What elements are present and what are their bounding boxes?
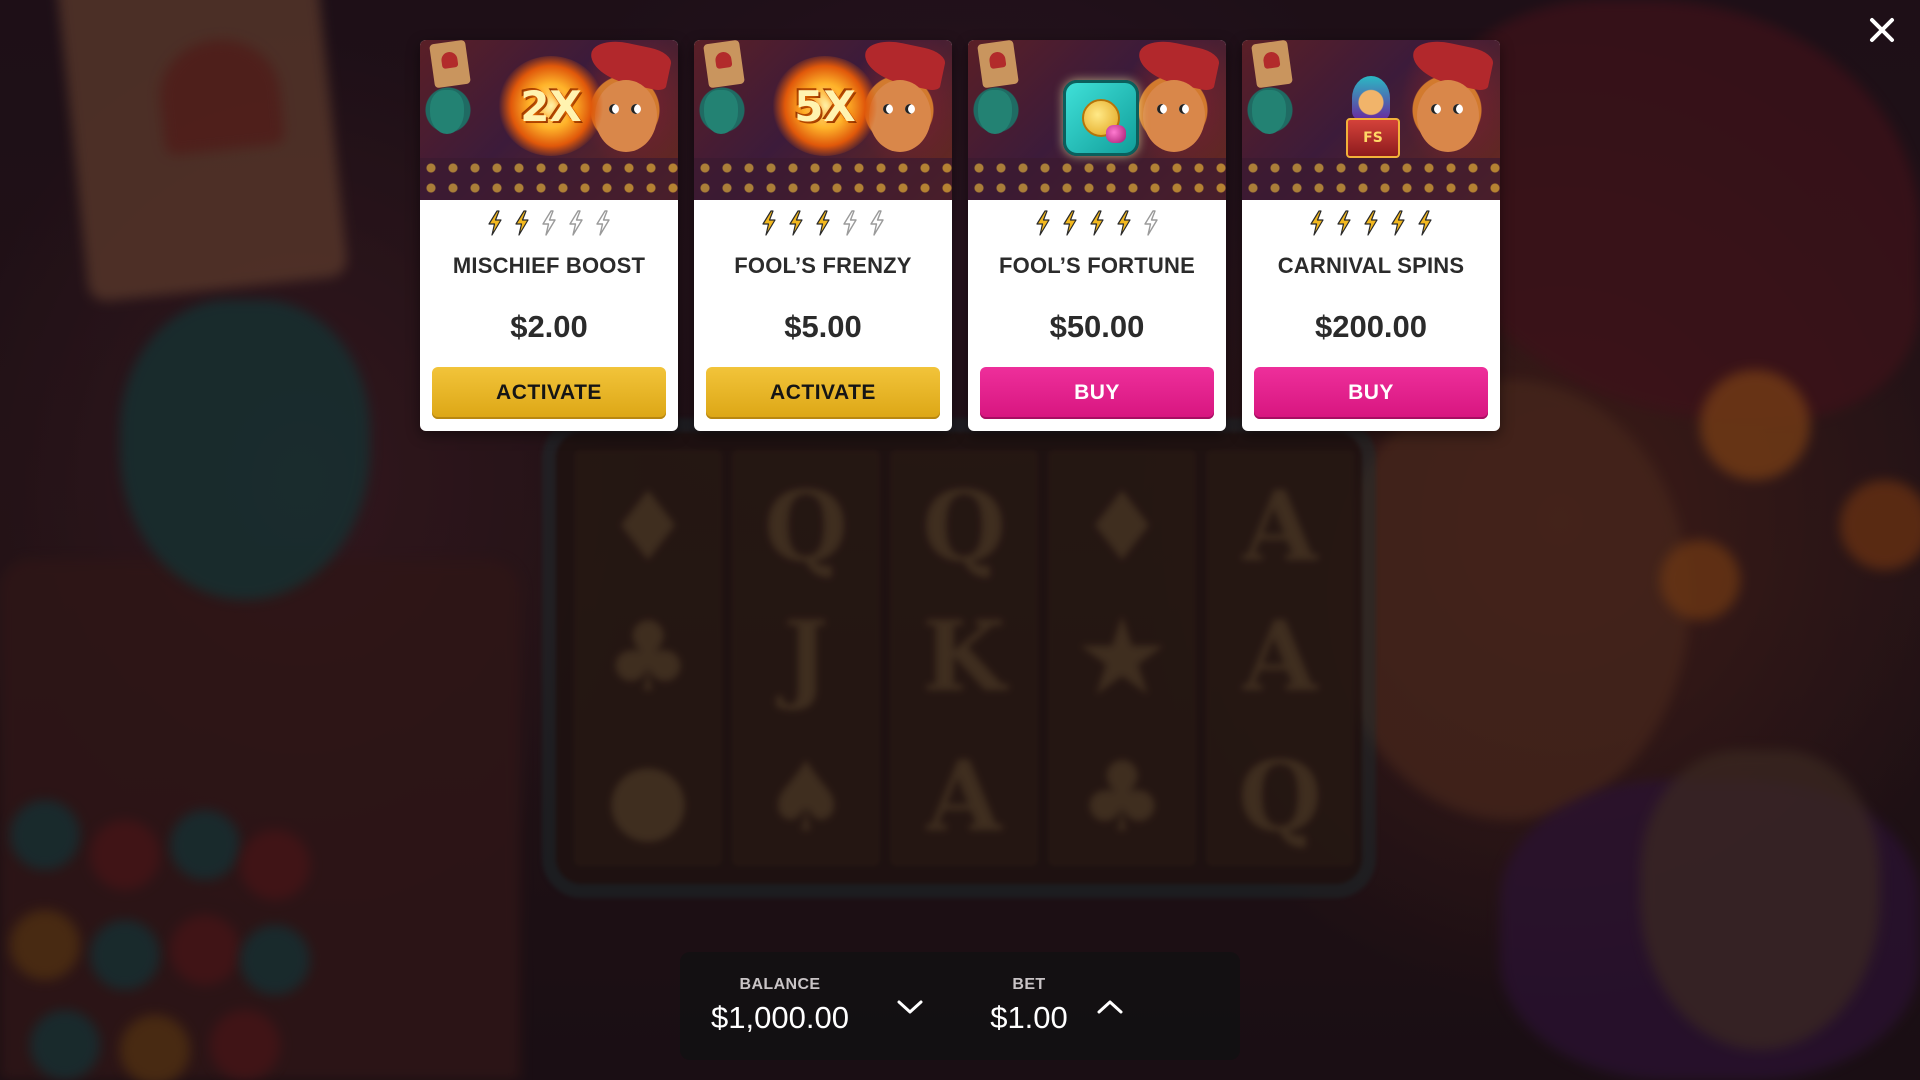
offer-card-fools-frenzy: 5X FOOL’S FRENZY $5.00 ACTIVATE [694, 40, 952, 431]
lightning-bolt-empty-icon [843, 210, 857, 236]
power-rating [694, 210, 952, 236]
lightning-bolt-filled-icon [1090, 210, 1104, 236]
art-playing-card [1251, 40, 1293, 89]
lightning-bolt-filled-icon [1391, 210, 1405, 236]
decrease-bet-button[interactable] [890, 990, 930, 1024]
balance-bet-bar: BALANCE $1,000.00 BET $1.00 [680, 952, 1240, 1060]
game-screen: ♦ ♣ ● Q J ♠ Q K A ♦ ★ ♣ A A Q 2X MISCHIE… [0, 0, 1920, 1080]
close-button[interactable] [1862, 10, 1902, 50]
activate-button[interactable]: ACTIVATE [432, 367, 666, 419]
lightning-bolt-filled-icon [816, 210, 830, 236]
offer-title: CARNIVAL SPINS [1277, 253, 1465, 278]
offer-artwork: 2X [420, 40, 678, 200]
multiplier-5x-burst-icon: 5X [772, 56, 878, 156]
balance-value: $1,000.00 [711, 1000, 849, 1035]
offer-title: MISCHIEF BOOST [452, 253, 646, 278]
lightning-bolt-filled-icon [1117, 210, 1131, 236]
lightning-bolt-filled-icon [1063, 210, 1077, 236]
art-playing-card [429, 40, 471, 89]
art-comedy-mask [704, 90, 738, 134]
lightning-bolt-filled-icon [762, 210, 776, 236]
chevron-up-icon [1097, 1000, 1123, 1014]
art-jester-face [595, 80, 657, 152]
increase-bet-button[interactable] [1090, 990, 1130, 1024]
offer-card-carnival-spins: FS CARNIVAL SPINS $200.00 BUY [1242, 40, 1500, 431]
art-jester-face [1417, 80, 1479, 152]
bet-label: BET [1012, 976, 1046, 993]
offer-price: $200.00 [1314, 309, 1428, 344]
power-rating [420, 210, 678, 236]
offer-artwork: 5X [694, 40, 952, 200]
lightning-bolt-filled-icon [1036, 210, 1050, 236]
lightning-bolt-filled-icon [488, 210, 502, 236]
balance-label: BALANCE [739, 976, 821, 993]
offer-price: $5.00 [784, 309, 862, 344]
feature-offers: 2X MISCHIEF BOOST $2.00 ACTIVATE 5X FOOL… [420, 40, 1500, 431]
activate-button[interactable]: ACTIVATE [706, 367, 940, 419]
offer-title: FOOL’S FRENZY [734, 253, 912, 278]
art-jester-face [1143, 80, 1205, 152]
power-rating [1242, 210, 1500, 236]
buy-button[interactable]: BUY [1254, 367, 1488, 419]
lightning-bolt-empty-icon [1144, 210, 1158, 236]
art-playing-card [977, 40, 1019, 89]
art-comedy-mask [430, 90, 464, 134]
offer-artwork: FS [1242, 40, 1500, 200]
lightning-bolt-empty-icon [542, 210, 556, 236]
free-spins-box: FS [1346, 118, 1400, 158]
jack-in-the-box-free-spins-icon: FS [1336, 76, 1404, 158]
lightning-bolt-empty-icon [596, 210, 610, 236]
power-rating [968, 210, 1226, 236]
bet-value: $1.00 [990, 1000, 1068, 1035]
close-icon [1870, 18, 1894, 42]
multiplier-2x-burst-icon: 2X [498, 56, 604, 156]
art-playing-card [703, 40, 745, 89]
coin-gem-icon [1063, 80, 1139, 156]
art-comedy-mask [978, 90, 1012, 134]
art-comedy-mask [1252, 90, 1286, 134]
gem-icon [1106, 125, 1126, 143]
offer-title: FOOL’S FORTUNE [999, 253, 1195, 278]
offer-price: $50.00 [1049, 309, 1145, 344]
art-jester-face [869, 80, 931, 152]
offer-artwork [968, 40, 1226, 200]
chevron-down-icon [897, 1000, 923, 1014]
lightning-bolt-empty-icon [569, 210, 583, 236]
art-lights [694, 158, 952, 200]
art-lights [1242, 158, 1500, 200]
lightning-bolt-filled-icon [1364, 210, 1378, 236]
lightning-bolt-filled-icon [1418, 210, 1432, 236]
lightning-bolt-empty-icon [870, 210, 884, 236]
lightning-bolt-filled-icon [1310, 210, 1324, 236]
offer-card-fools-fortune: FOOL’S FORTUNE $50.00 BUY [968, 40, 1226, 431]
offer-card-mischief-boost: 2X MISCHIEF BOOST $2.00 ACTIVATE [420, 40, 678, 431]
buy-button[interactable]: BUY [980, 367, 1214, 419]
art-lights [420, 158, 678, 200]
jester-toy-icon [1352, 76, 1390, 120]
offer-price: $2.00 [510, 309, 588, 344]
lightning-bolt-filled-icon [789, 210, 803, 236]
lightning-bolt-filled-icon [1337, 210, 1351, 236]
art-lights [968, 158, 1226, 200]
lightning-bolt-filled-icon [515, 210, 529, 236]
